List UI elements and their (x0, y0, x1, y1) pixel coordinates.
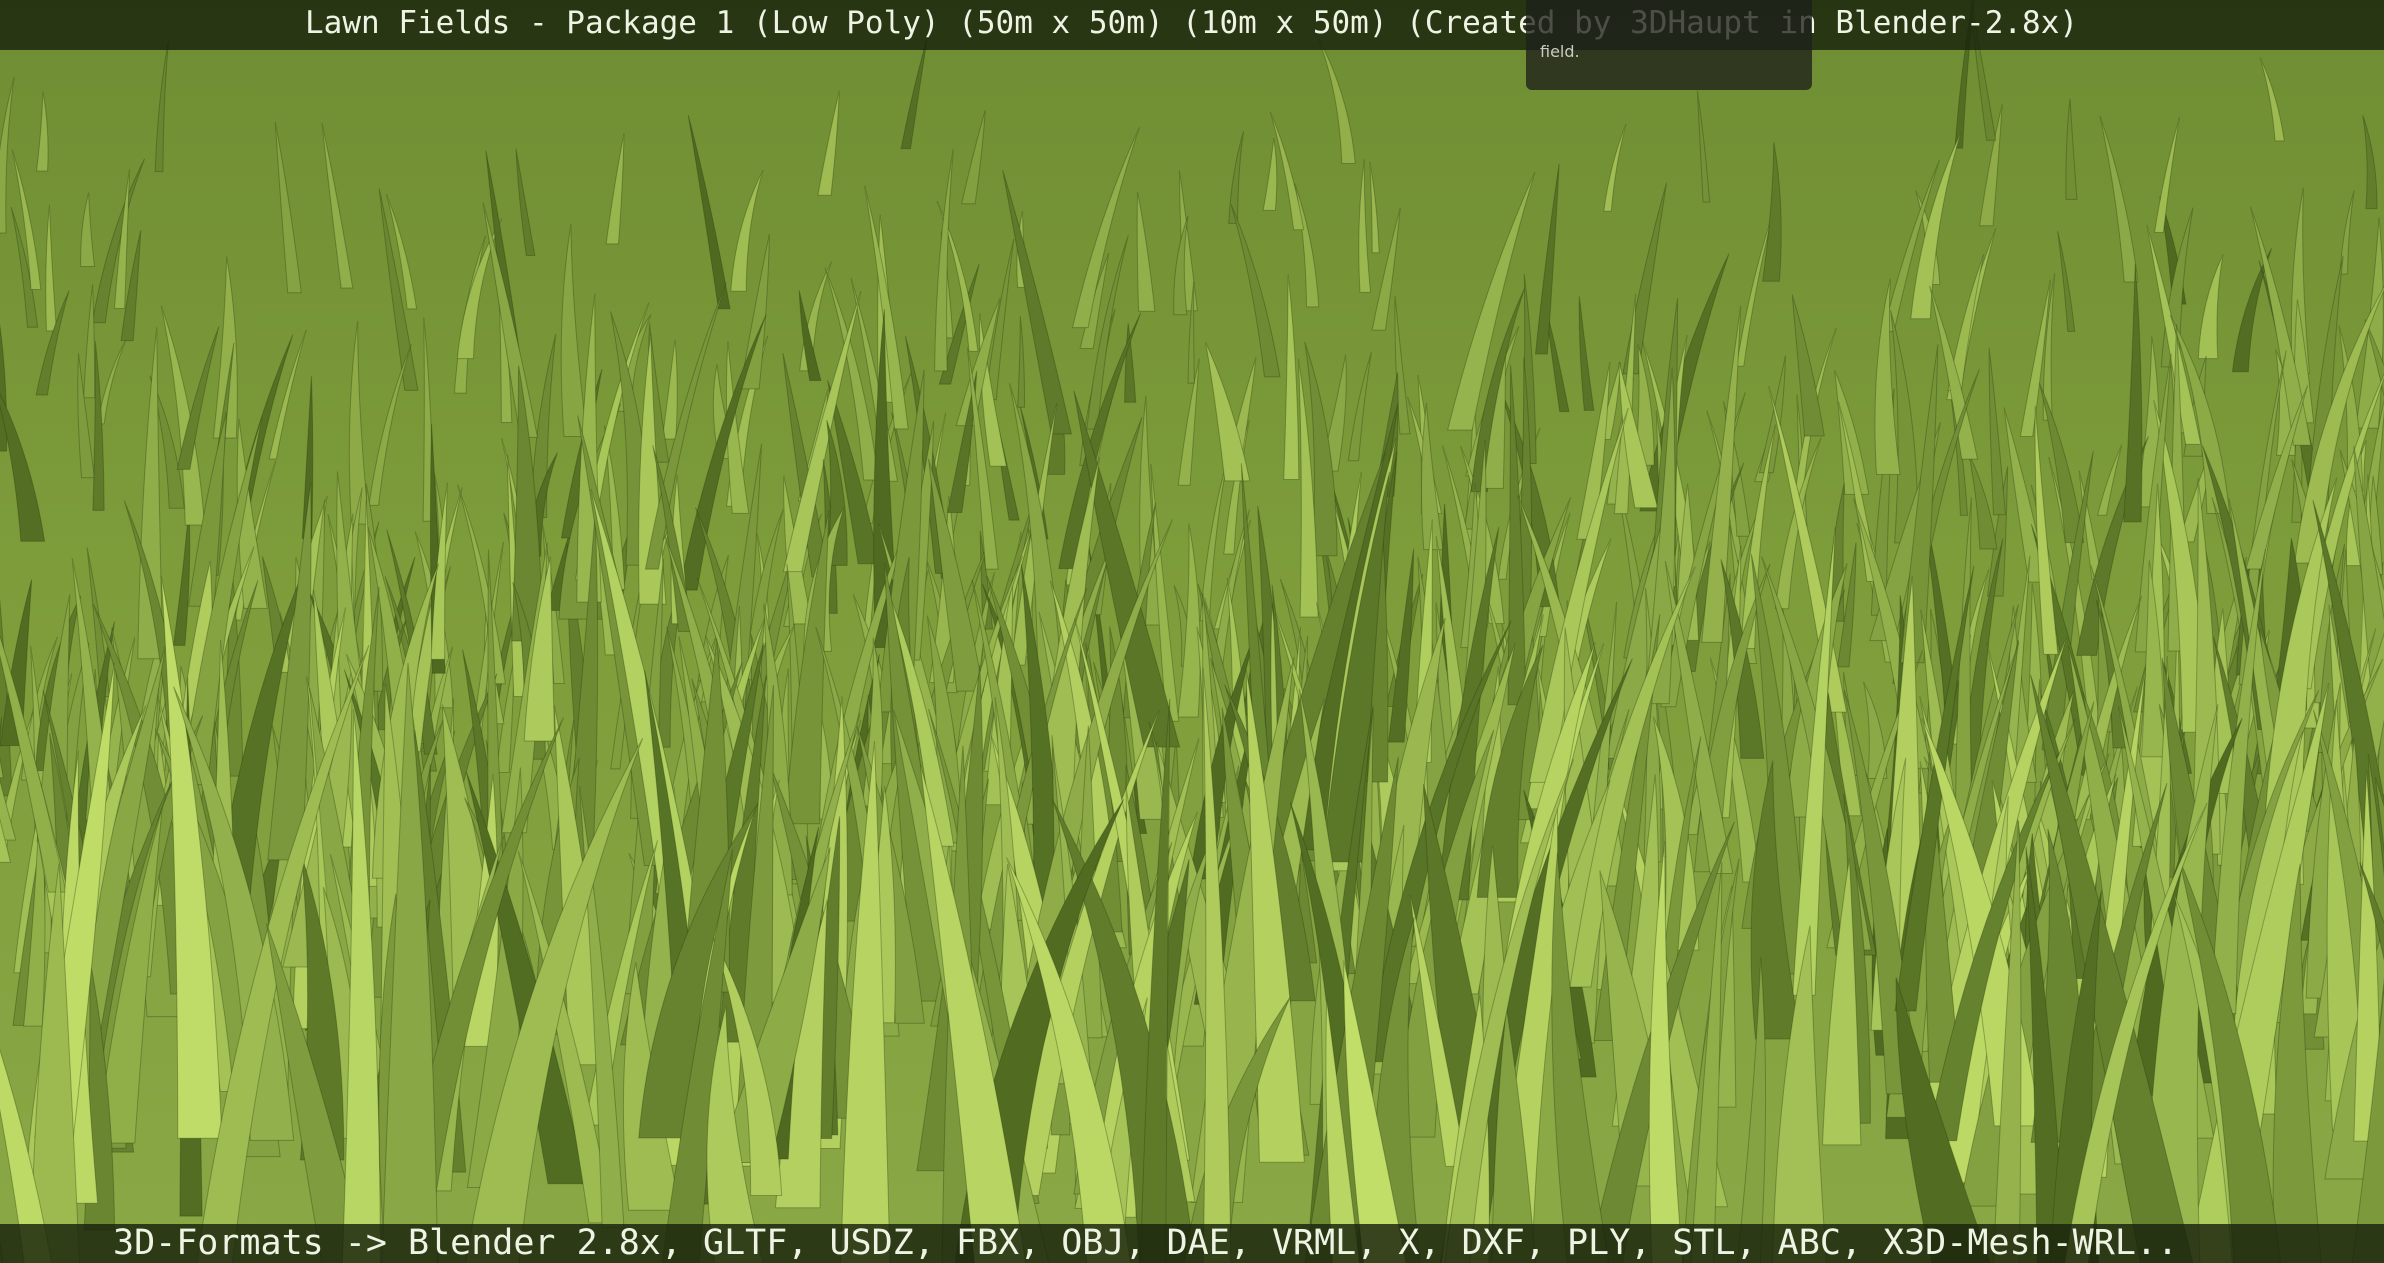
tooltip-text: field. (1540, 42, 1580, 61)
title-bar: Lawn Fields - Package 1 (Low Poly) (50m … (0, 0, 2384, 50)
tooltip-popup: field. (1526, 0, 1812, 90)
formats-bar: 3D-Formats -> Blender 2.8x, GLTF, USDZ, … (0, 1224, 2384, 1263)
grass-render-image (0, 0, 2384, 1263)
formats-list: 3D-Formats -> Blender 2.8x, GLTF, USDZ, … (113, 1223, 2179, 1263)
product-title: Lawn Fields - Package 1 (Low Poly) (50m … (305, 5, 2079, 41)
